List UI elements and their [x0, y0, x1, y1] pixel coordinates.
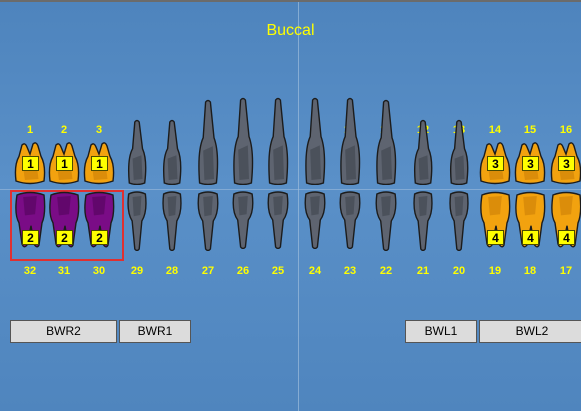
bwl1-button[interactable]: BWL1	[405, 320, 477, 343]
tooth-8[interactable]	[266, 97, 290, 190]
tooth-27[interactable]	[196, 191, 220, 256]
tooth-number: 32	[23, 265, 37, 277]
tooth-number: 14	[488, 124, 502, 136]
tooth-number: 22	[379, 265, 393, 277]
tooth-20[interactable]	[448, 191, 470, 256]
treatment-badge: 3	[487, 156, 504, 171]
tooth-29[interactable]	[126, 191, 148, 256]
tooth-4[interactable]	[126, 119, 148, 190]
tooth-number: 27	[201, 265, 215, 277]
dental-chart-buccal: Buccal BWR2 BWR1 BWL1 BWL2 1121314567891…	[0, 0, 581, 411]
tooth-number: 31	[57, 265, 71, 277]
tooth-number: 2	[60, 124, 68, 136]
tooth-24[interactable]	[303, 191, 327, 254]
tooth-number: 3	[95, 124, 103, 136]
tooth-number: 30	[92, 265, 106, 277]
tooth-12[interactable]	[412, 119, 434, 190]
tooth-26[interactable]	[231, 191, 255, 254]
treatment-badge: 4	[487, 230, 504, 245]
tooth-number: 17	[559, 265, 573, 277]
bwr1-button[interactable]: BWR1	[119, 320, 191, 343]
tooth-number: 15	[523, 124, 537, 136]
bwr2-button[interactable]: BWR2	[10, 320, 117, 343]
tooth-5[interactable]	[161, 119, 183, 190]
treatment-badge: 4	[558, 230, 575, 245]
treatment-badge: 1	[91, 156, 108, 171]
treatment-badge: 2	[91, 230, 108, 245]
tooth-number: 26	[236, 265, 250, 277]
tooth-22[interactable]	[374, 191, 398, 256]
midline-divider	[298, 2, 299, 411]
treatment-badge: 1	[56, 156, 73, 171]
treatment-badge: 4	[522, 230, 539, 245]
tooth-number: 23	[343, 265, 357, 277]
tooth-25[interactable]	[266, 191, 290, 254]
tooth-number: 1	[26, 124, 34, 136]
tooth-13[interactable]	[448, 119, 470, 190]
tooth-number: 16	[559, 124, 573, 136]
tooth-number: 29	[130, 265, 144, 277]
bwl2-button[interactable]: BWL2	[479, 320, 581, 343]
tooth-7[interactable]	[231, 97, 255, 190]
treatment-badge: 3	[558, 156, 575, 171]
tooth-number: 28	[165, 265, 179, 277]
tooth-number: 21	[416, 265, 430, 277]
tooth-number: 19	[488, 265, 502, 277]
tooth-9[interactable]	[303, 97, 327, 190]
treatment-badge: 2	[56, 230, 73, 245]
treatment-badge: 3	[522, 156, 539, 171]
tooth-10[interactable]	[338, 97, 362, 190]
tooth-11[interactable]	[374, 99, 398, 190]
tooth-number: 20	[452, 265, 466, 277]
tooth-21[interactable]	[412, 191, 434, 256]
tooth-23[interactable]	[338, 191, 362, 254]
treatment-badge: 2	[22, 230, 39, 245]
treatment-badge: 1	[22, 156, 39, 171]
tooth-number: 25	[271, 265, 285, 277]
tooth-number: 18	[523, 265, 537, 277]
view-title: Buccal	[266, 22, 315, 39]
tooth-6[interactable]	[196, 99, 220, 190]
tooth-28[interactable]	[161, 191, 183, 256]
tooth-number: 24	[308, 265, 322, 277]
